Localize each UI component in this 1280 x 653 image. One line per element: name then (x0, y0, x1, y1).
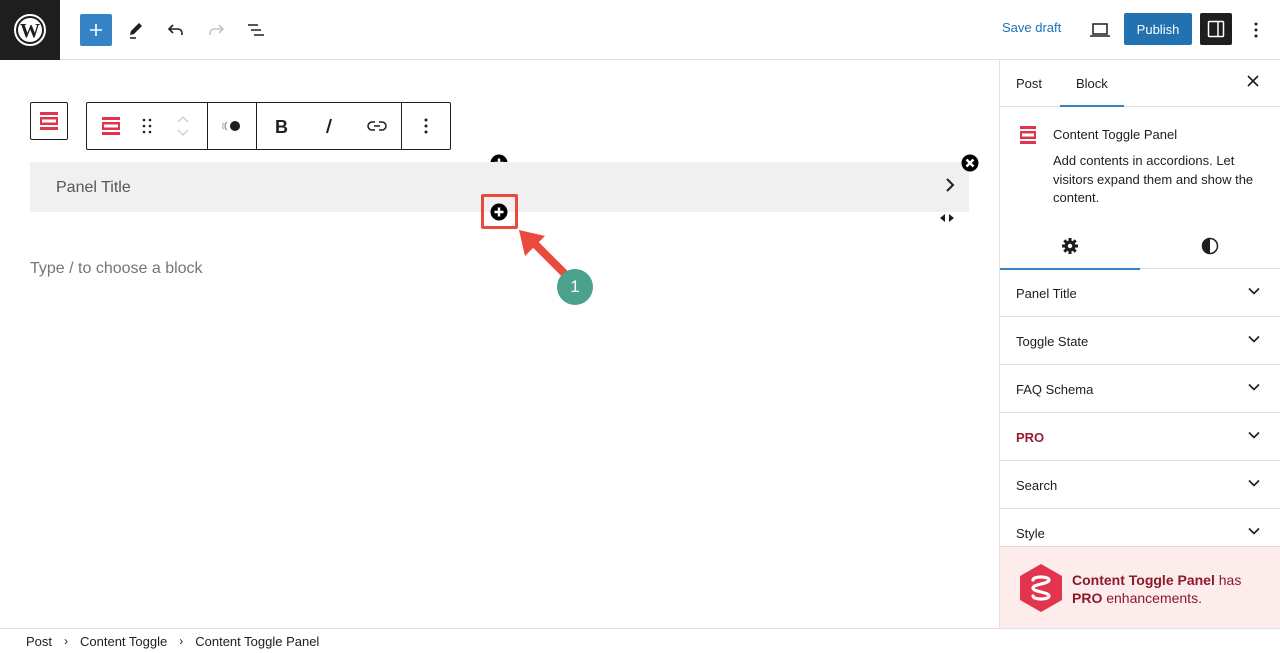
preview-button[interactable] (1084, 14, 1116, 46)
content-toggle-icon (40, 112, 58, 130)
annotation-step-badge: 1 (557, 269, 593, 305)
sidebar-icon (1207, 20, 1225, 38)
tools-button[interactable] (120, 14, 152, 46)
format-group: B (257, 103, 402, 149)
wordpress-icon: W (14, 14, 46, 46)
pro-notice-pro: PRO (1072, 590, 1103, 606)
pro-notice-block-name: Content Toggle Panel (1072, 572, 1215, 588)
italic-icon (326, 118, 332, 134)
tab-post[interactable]: Post (1016, 76, 1042, 91)
close-icon[interactable] (1246, 74, 1260, 88)
options-button[interactable] (1240, 14, 1272, 46)
settings-accordion: Panel Title Toggle State FAQ Schema PRO … (1000, 269, 1280, 557)
section-label: Panel Title (1016, 286, 1077, 301)
settings-sidebar: Post Block Content Toggle Panel Add cont… (999, 60, 1280, 628)
chevron-down-icon (1248, 527, 1260, 535)
pro-section[interactable]: PRO (1000, 413, 1280, 461)
add-block-button[interactable] (80, 14, 112, 46)
drag-handle-icon (142, 118, 152, 134)
block-card-description: Add contents in accordions. Let visitors… (1053, 153, 1254, 205)
editor-canvas: B Panel Title 1 Type / to choose a block (0, 60, 999, 628)
toggle-icon (222, 121, 240, 131)
block-toolbar: B (86, 102, 451, 150)
chevron-down-icon (1248, 335, 1260, 343)
settings-styles-tabs (1000, 223, 1280, 270)
chevron-right-icon: › (179, 634, 184, 648)
tab-styles[interactable] (1140, 223, 1280, 269)
italic-button[interactable] (305, 103, 353, 149)
pro-notice-mid: has (1214, 572, 1242, 588)
block-mover-group (87, 103, 208, 149)
more-group (402, 103, 450, 149)
move-buttons (159, 103, 207, 149)
section-label: PRO (1016, 430, 1045, 445)
pro-enhancements-notice[interactable]: Content Toggle Panel has PRO enhancement… (1000, 546, 1280, 628)
undo-button[interactable] (160, 14, 192, 46)
select-parent-block-button[interactable] (30, 102, 68, 140)
move-down-icon[interactable] (176, 128, 190, 137)
block-type-button[interactable] (87, 103, 135, 149)
remove-panel-icon[interactable] (961, 154, 979, 172)
resize-horizontal-icon[interactable] (939, 213, 955, 223)
document-overview-button[interactable] (240, 14, 272, 46)
undo-icon (167, 24, 183, 35)
plugin-logo-icon (1020, 564, 1062, 612)
chevron-down-icon (1248, 383, 1260, 391)
chevron-down-icon (1248, 431, 1260, 439)
panel-title-text[interactable]: Panel Title (56, 179, 131, 197)
pencil-icon (130, 23, 142, 39)
chevron-down-icon (1248, 287, 1260, 295)
chevron-right-icon: › (64, 634, 69, 648)
search-section[interactable]: Search (1000, 461, 1280, 509)
section-label: Toggle State (1016, 334, 1089, 349)
panel-title-section[interactable]: Panel Title (1000, 269, 1280, 317)
pro-notice-text: Content Toggle Panel has PRO enhancement… (1072, 571, 1241, 607)
more-vertical-icon (424, 118, 428, 134)
bold-icon: B (275, 118, 288, 134)
svg-text:B: B (275, 118, 288, 134)
breadcrumb-content-toggle-panel[interactable]: Content Toggle Panel (195, 634, 319, 649)
add-panel-below-icon[interactable] (490, 203, 508, 221)
tab-settings[interactable] (1000, 223, 1140, 270)
wordpress-logo-button[interactable]: W (0, 0, 60, 60)
faq-schema-section[interactable]: FAQ Schema (1000, 365, 1280, 413)
editor-header: W Save draft Publish (0, 0, 1280, 60)
bold-button[interactable]: B (257, 103, 305, 149)
block-card-title: Content Toggle Panel (1053, 127, 1178, 142)
chevron-right-icon[interactable] (943, 176, 957, 194)
section-label: Style (1016, 526, 1045, 541)
tab-block[interactable]: Block (1060, 76, 1124, 107)
toggle-state-button[interactable] (208, 103, 256, 149)
redo-button[interactable] (200, 14, 232, 46)
link-icon (367, 121, 387, 131)
breadcrumb-content-toggle[interactable]: Content Toggle (80, 634, 167, 649)
toggle-group (208, 103, 257, 149)
block-breadcrumb: Post › Content Toggle › Content Toggle P… (0, 628, 1280, 653)
pro-notice-end: enhancements. (1102, 590, 1202, 606)
svg-text:W: W (20, 20, 40, 42)
toggle-state-section[interactable]: Toggle State (1000, 317, 1280, 365)
breadcrumb-post[interactable]: Post (26, 634, 52, 649)
contrast-icon (1201, 237, 1219, 255)
redo-icon (209, 24, 225, 35)
plus-icon (90, 24, 102, 36)
section-label: Search (1016, 478, 1058, 493)
link-button[interactable] (353, 103, 401, 149)
gear-icon (1062, 237, 1078, 254)
laptop-icon (1090, 23, 1110, 37)
move-up-icon[interactable] (176, 115, 190, 124)
sidebar-tabs: Post Block (1000, 60, 1280, 107)
section-label: FAQ Schema (1016, 382, 1094, 397)
save-draft-button[interactable]: Save draft (1002, 20, 1061, 35)
content-toggle-panel-icon (1020, 126, 1036, 144)
drag-handle[interactable] (135, 103, 159, 149)
block-options-button[interactable] (402, 103, 450, 149)
content-toggle-panel-icon (102, 117, 120, 135)
block-placeholder[interactable]: Type / to choose a block (30, 260, 203, 278)
publish-button[interactable]: Publish (1124, 13, 1192, 45)
list-view-icon (248, 24, 264, 36)
chevron-down-icon (1248, 479, 1260, 487)
settings-toggle-button[interactable] (1200, 13, 1232, 45)
more-vertical-icon (1254, 22, 1258, 38)
